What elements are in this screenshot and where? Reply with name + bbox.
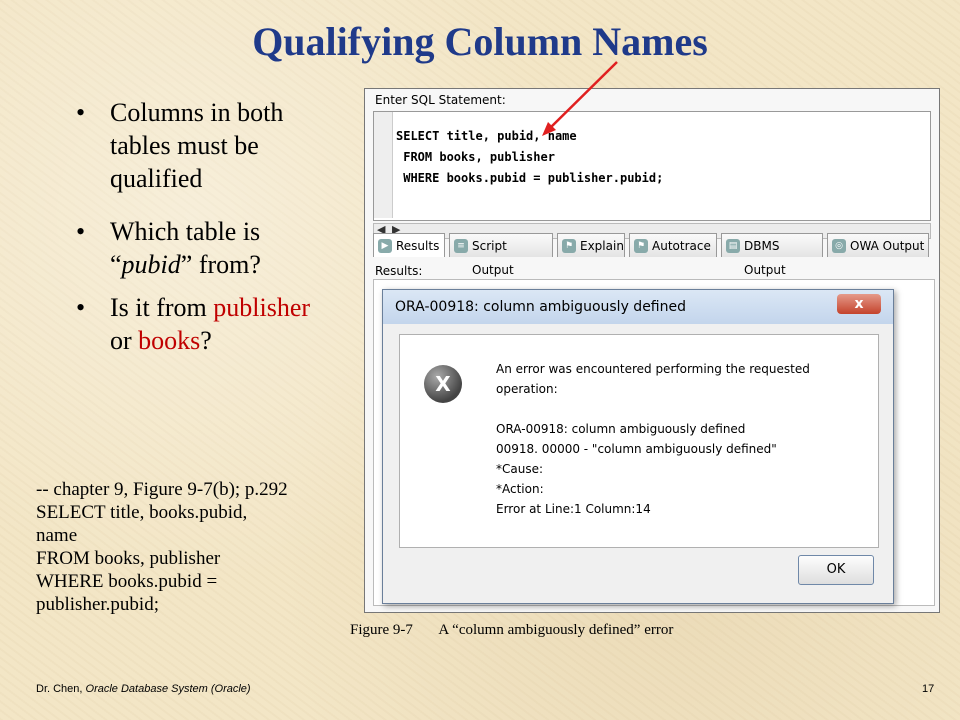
sql-editor[interactable]: SELECT title, pubid, name FROM books, pu… [373,111,931,221]
bullet-text: Is it from publisher or books? [110,293,311,355]
sql-developer-screenshot: Enter SQL Statement: SELECT title, pubid… [364,88,940,613]
results-label: Results: [375,264,423,278]
error-message: An error was encountered performing the … [496,362,810,516]
tab-dbms-output[interactable]: ▤ DBMS Output [721,233,823,277]
slide-title: Qualifying Column Names [252,19,708,64]
bullet-item: • Which table is “pubid” from? [76,217,261,279]
bullet-text: Columns in both tables must be qualified [110,98,284,193]
explain-icon: ⚑ [562,239,576,253]
tab-explain[interactable]: ⚑ Explain [557,233,625,257]
dialog-message-panel: X An error was encountered performing th… [399,334,879,548]
highlight-publisher: publisher [213,293,311,322]
code-line: FROM books, publisher [36,548,221,569]
bullet-text: Which table is “pubid” from? [110,217,261,279]
enter-sql-label: Enter SQL Statement: [375,93,506,107]
code-line: name [36,525,78,546]
bullet-item: • Columns in both tables must be qualifi… [76,98,284,193]
tab-results[interactable]: ▶ Results [373,233,445,257]
error-dialog: ORA-00918: column ambiguously defined x … [382,289,894,604]
tab-autotrace[interactable]: ⚑ Autotrace [629,233,717,257]
sql-code-block: -- chapter 9, Figure 9-7(b); p.292 SELEC… [36,478,396,616]
page-number: 17 [922,683,935,695]
editor-gutter [374,112,393,218]
bullet-item: • Is it from publisher or books? [76,293,311,355]
ok-button[interactable]: OK [798,555,874,585]
tab-owa-output[interactable]: ◎ OWA Output [827,233,929,257]
code-line: WHERE books.pubid = [36,571,218,592]
code-line: publisher.pubid; [36,594,159,615]
dialog-title: ORA-00918: column ambiguously defined [383,290,893,324]
error-x-icon: X [424,365,462,403]
output-tabs: ▶ Results ≡ Script Output ⚑ Explain ⚑ Autotr… [373,233,933,277]
owa-output-icon: ◎ [832,239,846,253]
figure-caption: Figure 9-7 A “column ambiguously defined… [350,622,673,639]
figure-caption-text: A “column ambiguously defined” error [438,622,674,638]
sql-text: SELECT title, pubid, name FROM books, pu… [396,129,664,185]
autotrace-icon: ⚑ [634,239,648,253]
bullet-list: • Columns in both tables must be qualifi… [72,96,322,367]
tab-script-output[interactable]: ≡ Script Output [449,233,553,277]
footer-author: Dr. Chen, Oracle Database System (Oracle… [36,683,251,695]
script-output-icon: ≡ [454,239,468,253]
code-line: SELECT title, books.pubid, [36,502,248,523]
results-icon: ▶ [378,239,392,253]
dbms-output-icon: ▤ [726,239,740,253]
close-icon[interactable]: x [837,294,881,314]
figure-number: Figure 9-7 [350,622,413,638]
code-line: -- chapter 9, Figure 9-7(b); p.292 [36,479,288,500]
highlight-books: books [138,326,201,355]
